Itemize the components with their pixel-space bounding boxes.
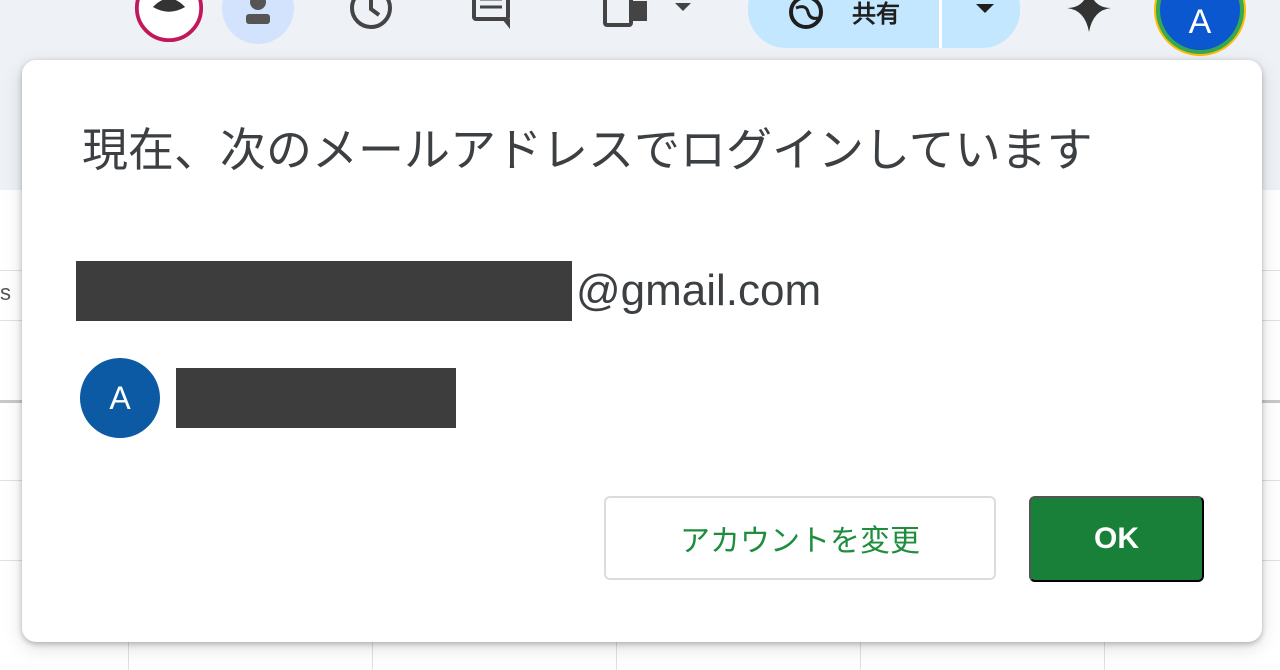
change-account-button[interactable]: アカウントを変更 (604, 496, 996, 580)
meet-icon[interactable] (134, 0, 204, 43)
account-avatar-initial: A (1188, 2, 1212, 41)
dialog-title: 現在、次のメールアドレスでログインしています (82, 123, 1093, 177)
chevron-down-icon (976, 4, 994, 13)
avatar-initial: A (109, 379, 131, 416)
top-toolbar: 共有 A (0, 0, 1280, 58)
cell-text: s (0, 280, 11, 305)
account-row: A (80, 358, 456, 438)
redacted-account-name (176, 368, 456, 428)
copy-icon[interactable] (590, 0, 700, 38)
email-address: @gmail.com (76, 260, 821, 322)
avatar: A (80, 358, 160, 438)
share-label: 共有 (852, 0, 900, 28)
person-icon[interactable] (222, 0, 294, 44)
share-globe-icon (789, 0, 823, 29)
redacted-email-local-part (76, 261, 572, 321)
gemini-icon[interactable] (1054, 0, 1124, 38)
email-domain: @gmail.com (576, 266, 822, 315)
account-avatar[interactable]: A (1160, 0, 1240, 50)
history-icon[interactable] (336, 0, 406, 38)
ok-button[interactable]: OK (1029, 496, 1204, 582)
share-divider (939, 0, 942, 48)
comment-icon[interactable] (456, 0, 526, 38)
login-info-dialog: 現在、次のメールアドレスでログインしています @gmail.com A アカウン… (22, 60, 1262, 642)
